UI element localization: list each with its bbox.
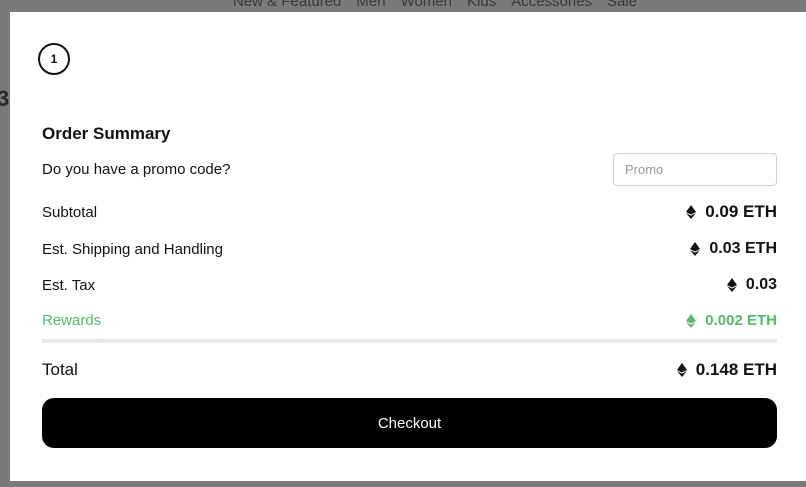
ethereum-icon [686,205,697,219]
ethereum-icon [686,313,697,328]
checkout-button[interactable]: Checkout [42,398,777,448]
total-row: Total 0.148 ETH [42,360,777,380]
total-amount: 0.148 ETH [676,360,777,380]
summary-divider [42,339,777,343]
shipping-label: Est. Shipping and Handling [42,240,223,258]
subtotal-value: 0.09 ETH [705,202,777,221]
shipping-row: Est. Shipping and Handling 0.03 ETH [42,240,777,258]
backdrop-top-nav: New & Featured Men Women Kids Accessorie… [233,0,637,10]
promo-label: Do you have a promo code? [42,161,231,178]
subtotal-label: Subtotal [42,203,98,221]
backdrop-nav-item: New & Featured [233,0,342,10]
ethereum-icon [690,242,701,256]
rewards-amount: 0.002 ETH [686,312,777,329]
total-value: 0.148 ETH [695,360,777,379]
backdrop-nav-item: Women [400,0,452,10]
rewards-label: Rewards [42,312,102,329]
step-number-badge: 1 [38,43,70,75]
total-label: Total [42,360,78,379]
tax-label: Est. Tax [42,276,96,294]
subtotal-amount: 0.09 ETH [686,202,777,222]
backdrop-nav-item: Kids [467,0,497,10]
backdrop-nav-item: Accessories [511,0,593,10]
shipping-amount: 0.03 ETH [690,240,777,258]
ethereum-icon [726,278,737,292]
subtotal-row: Subtotal 0.09 ETH [42,202,777,222]
promo-code-input[interactable] [613,153,777,186]
tax-amount: 0.03 [726,276,777,294]
backdrop-nav-item: Sale [607,0,638,10]
shipping-value: 0.03 ETH [709,240,777,257]
ethereum-icon [676,363,687,377]
tax-value: 0.03 [745,276,777,293]
tax-row: Est. Tax 0.03 [42,276,777,294]
order-summary-title: Order Summary [42,124,171,143]
order-summary-modal: 1 Order Summary Do you have a promo code… [10,12,806,481]
rewards-value: 0.002 ETH [705,312,777,329]
rewards-row: Rewards 0.002 ETH [42,312,777,329]
promo-row: Do you have a promo code? [42,153,777,186]
backdrop-nav-item: Men [356,0,386,10]
